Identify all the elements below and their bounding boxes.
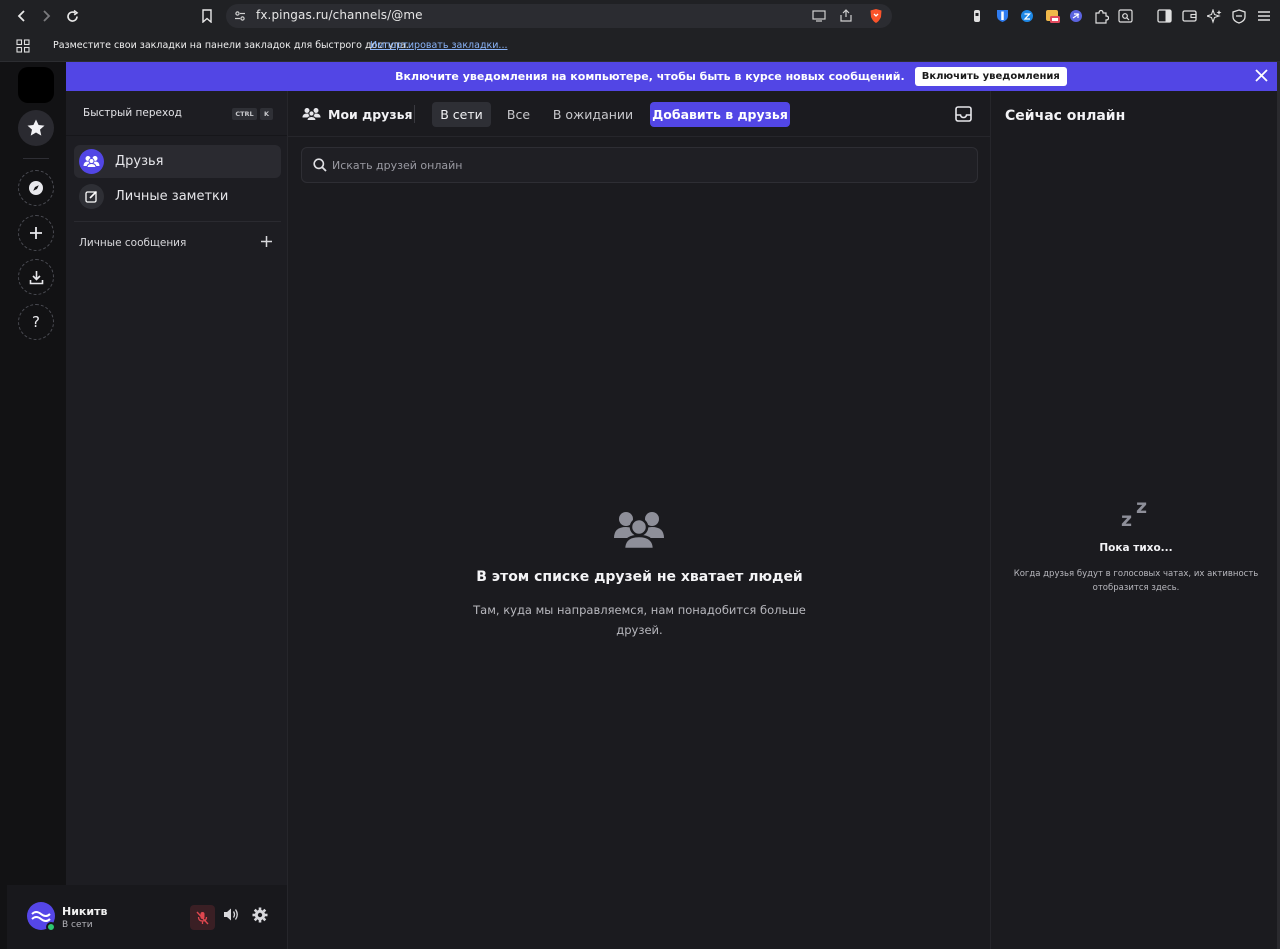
window-edge (0, 62, 7, 949)
back-icon[interactable] (12, 6, 32, 26)
sleep-icon: zz (1119, 495, 1153, 529)
download-icon (29, 270, 43, 284)
forward-icon[interactable] (36, 6, 56, 26)
download-apps-button[interactable] (18, 259, 54, 295)
reader-mode-icon[interactable] (1117, 8, 1133, 24)
import-bookmarks-link[interactable]: Импортировать закладки... (370, 40, 508, 51)
notification-banner: Включите уведомления на компьютере, чтоб… (66, 62, 1280, 91)
svg-text:z: z (1121, 509, 1132, 529)
empty-friends-icon (613, 510, 665, 550)
reload-icon[interactable] (62, 6, 82, 26)
cast-icon[interactable] (812, 10, 826, 22)
compass-icon (29, 181, 43, 195)
favorites-button[interactable] (18, 110, 54, 146)
active-now-panel: Сейчас онлайн zz Пока тихо... Когда друз… (990, 91, 1280, 949)
friends-header-icon (302, 107, 321, 121)
sidebar-item-notes[interactable]: Личные заметки (74, 180, 281, 213)
brave-shields-icon[interactable] (869, 8, 883, 24)
separator (414, 105, 415, 123)
settings-gear-icon[interactable] (252, 907, 268, 923)
url-text[interactable]: fx.pingas.ru/channels/@me (256, 8, 423, 22)
online-status-indicator (46, 922, 56, 932)
add-dm-icon[interactable] (260, 235, 273, 248)
bookmarks-bar-hint: Разместите свои закладки на панели закла… (53, 40, 409, 51)
proxy-extension-icon[interactable] (1068, 8, 1084, 24)
shortcut-key: K (260, 108, 273, 120)
translate-icon[interactable] (1019, 8, 1035, 24)
site-settings-icon[interactable] (234, 10, 246, 22)
inbox-icon[interactable] (955, 106, 972, 122)
user-panel: Никитв В сети (7, 885, 287, 949)
channel-sidebar: Быстрый переход CTRL K Друзья Личные зам… (66, 91, 287, 949)
leo-ai-icon[interactable] (1206, 8, 1222, 24)
shortcut-key: CTRL (232, 108, 257, 120)
mute-microphone-button[interactable] (190, 905, 215, 930)
user-status: В сети (62, 920, 93, 930)
help-button[interactable]: ? (18, 304, 54, 340)
empty-state-title: В этом списке друзей не хватает людей (476, 569, 803, 585)
apps-grid-icon[interactable] (16, 39, 30, 53)
active-now-empty-description: Когда друзья будут в голосовых чатах, их… (1013, 569, 1259, 593)
question-icon: ? (32, 313, 40, 331)
plus-icon (30, 227, 42, 239)
sidebar-toggle-icon[interactable] (1156, 8, 1172, 24)
bookmark-icon[interactable] (197, 6, 217, 26)
tab-online[interactable]: В сети (432, 102, 491, 127)
tab-all[interactable]: Все (501, 102, 536, 127)
search-icon (313, 158, 327, 172)
wallet-icon[interactable] (1181, 8, 1197, 24)
microphone-muted-icon (196, 911, 209, 924)
friends-main: Мои друзья В сети Все В ожидании Добавит… (287, 91, 991, 949)
active-now-empty-title: Пока тихо... (1099, 542, 1173, 554)
browser-toolbar: fx.pingas.ru/channels/@me (0, 0, 1280, 32)
tab-pending[interactable]: В ожидании (549, 102, 637, 127)
notes-icon (79, 184, 104, 209)
separator (74, 221, 281, 222)
add-friend-button[interactable]: Добавить в друзья (650, 102, 790, 127)
media-extension-icon[interactable] (1045, 8, 1061, 24)
menu-icon[interactable] (1256, 8, 1272, 24)
username: Никитв (62, 905, 108, 918)
extensions-puzzle-icon[interactable] (1093, 8, 1109, 24)
explore-button[interactable] (18, 170, 54, 206)
quick-switcher-button[interactable]: Быстрый переход CTRL K (66, 91, 287, 136)
browser-chrome: fx.pingas.ru/channels/@me Разместите сво… (0, 0, 1280, 62)
sidebar-item-label: Личные заметки (115, 189, 229, 204)
svg-text:z: z (1136, 496, 1147, 518)
friends-header: Мои друзья В сети Все В ожидании Добавит… (288, 91, 991, 137)
search-bar (301, 147, 978, 183)
extension-icon[interactable] (969, 8, 985, 24)
star-icon (27, 119, 45, 136)
direct-messages-header: Личные сообщения (79, 237, 187, 249)
active-now-title: Сейчас онлайн (1005, 108, 1126, 124)
add-server-button[interactable] (18, 215, 54, 251)
bitwarden-icon[interactable] (994, 8, 1010, 24)
empty-state-description: Там, куда мы направляемся, нам понадобит… (473, 603, 806, 637)
speaker-icon[interactable] (223, 907, 240, 922)
close-icon[interactable] (1255, 69, 1268, 82)
notification-text: Включите уведомления на компьютере, чтоб… (395, 70, 905, 83)
enable-notifications-button[interactable]: Включить уведомления (914, 67, 1067, 86)
vpn-icon[interactable] (1231, 8, 1247, 24)
app-window: ? Включите уведомления на компьютере, чт… (0, 62, 1280, 949)
quick-switcher-label: Быстрый переход (83, 107, 182, 119)
bookmarks-bar: Разместите свои закладки на панели закла… (0, 32, 1280, 62)
share-icon[interactable] (839, 9, 853, 22)
separator (23, 158, 49, 159)
home-button[interactable] (18, 67, 54, 103)
friends-icon (79, 149, 104, 174)
address-bar[interactable]: fx.pingas.ru/channels/@me (226, 4, 892, 28)
sidebar-item-label: Друзья (115, 154, 164, 169)
page-title: Мои друзья (328, 107, 413, 122)
server-sidebar: ? (7, 62, 66, 949)
search-input[interactable] (332, 148, 952, 182)
sidebar-item-friends[interactable]: Друзья (74, 145, 281, 178)
